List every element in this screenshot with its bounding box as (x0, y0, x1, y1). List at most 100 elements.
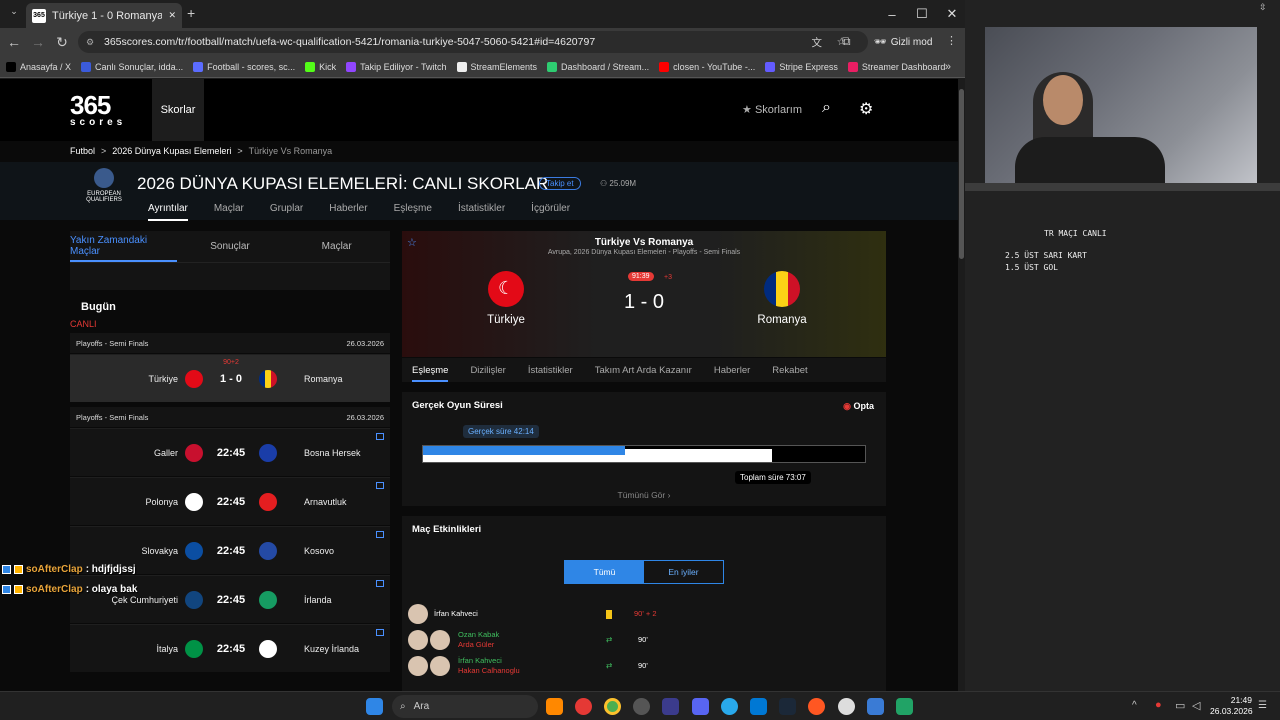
tab-details[interactable]: Ayrıntılar (148, 203, 188, 221)
page-scrollbar[interactable] (958, 79, 965, 691)
incognito-indicator[interactable]: 🕶 Gizli mod (874, 32, 936, 52)
bookmark-item[interactable]: Stripe Express (765, 61, 838, 72)
browser-menu-icon[interactable]: ⋮ (946, 34, 957, 47)
new-tab-button[interactable]: + (187, 5, 195, 21)
reload-icon[interactable]: ↻ (50, 34, 74, 51)
breadcrumb-football[interactable]: Futbol (70, 146, 95, 156)
obs-icon[interactable] (633, 698, 650, 715)
site-logo[interactable]: 365 scores (70, 92, 126, 128)
bookmark-item[interactable]: Streamer Dashboard (847, 61, 945, 72)
app-icon[interactable] (808, 698, 825, 715)
network-icon[interactable]: ▭ (1175, 699, 1185, 712)
tab-groups[interactable]: Gruplar (270, 203, 303, 221)
my-scores-link[interactable]: ★ Skorlarım (742, 103, 802, 116)
search-icon[interactable]: ⌕ (822, 99, 831, 117)
maximize-icon[interactable]: ☐ (906, 0, 938, 28)
match-row-live[interactable]: 90+2 Türkiye 1 - 0 Romanya (70, 354, 390, 402)
app-m-icon[interactable] (662, 698, 679, 715)
bookmark-item[interactable]: Anasayfa / X (6, 61, 72, 72)
breadcrumb-competition[interactable]: 2026 Dünya Kupası Elemeleri (112, 146, 231, 156)
scrollbar-thumb[interactable] (959, 89, 964, 259)
match-row[interactable]: Galler 22:45 Bosna Hersek (70, 428, 390, 476)
browser-tab-active[interactable]: 365 Türkiye 1 - 0 Romanya: Maç rap ✕ (26, 3, 182, 28)
back-arrow-icon[interactable]: ← (2, 34, 26, 50)
home-team-name[interactable]: Türkiye (451, 314, 561, 326)
home-team: Galler (153, 447, 178, 458)
bookmark-item[interactable]: closen - YouTube -... (659, 61, 755, 72)
telegram-icon[interactable] (721, 698, 738, 715)
forward-arrow-icon[interactable]: → (26, 34, 50, 50)
match-row[interactable]: Polonya 22:45 Arnavutluk (70, 477, 390, 525)
bookmark-item[interactable]: Canlı Sonuçlar, idda... (81, 61, 183, 72)
nav-scores[interactable]: Skorlar (152, 79, 204, 141)
tab-recent-matches[interactable]: Yakın Zamandaki Maçlar (70, 231, 177, 262)
mail-icon[interactable] (750, 698, 767, 715)
follow-button[interactable]: Takip et (539, 177, 581, 190)
minimize-icon[interactable]: – (876, 0, 908, 28)
system-clock[interactable]: 21:49 26.03.2026 (1210, 695, 1253, 717)
tv-broadcast-icon[interactable] (376, 531, 384, 538)
chrome-icon[interactable] (604, 698, 621, 715)
excel-icon[interactable] (896, 698, 913, 715)
bookmark-item[interactable]: Takip Ediliyor - Twitch (346, 61, 447, 72)
tab-match-news[interactable]: Haberler (714, 365, 750, 376)
volume-icon[interactable]: ◁ (1192, 699, 1200, 712)
tv-broadcast-icon[interactable] (376, 629, 384, 636)
steam-icon[interactable] (779, 698, 796, 715)
bookmark-item[interactable]: Football - scores, sc... (193, 61, 295, 72)
tv-broadcast-icon[interactable] (376, 433, 384, 440)
tray-chevron-icon[interactable]: ^ (1132, 700, 1137, 711)
tv-broadcast-icon[interactable] (376, 482, 384, 489)
address-bar[interactable]: ⚙ 365scores.com/tr/football/match/uefa-w… (78, 31, 868, 53)
event-row[interactable]: İrfan Kahveci 90' + 2 (408, 602, 878, 626)
tab-team-streaks[interactable]: Takım Art Arda Kazanır (595, 365, 692, 376)
event-row[interactable]: Ozan Kabak Arda Güler ⇄ 90' (408, 628, 878, 652)
tab-news[interactable]: Haberler (329, 203, 367, 221)
discord-icon[interactable] (692, 698, 709, 715)
microphone-icon[interactable]: ● (1155, 699, 1162, 711)
bookmark-item[interactable]: Kick (305, 61, 336, 72)
bookmark-item[interactable]: Dashboard / Stream... (547, 61, 649, 72)
settings-gear-icon[interactable]: ⚙ (859, 99, 873, 119)
match-row[interactable]: İtalya 22:45 Kuzey İrlanda (70, 624, 390, 672)
away-team-name[interactable]: Romanya (727, 314, 837, 326)
event-row[interactable]: İrfan Kahveci Hakan Calhanoglu ⇄ 90' (408, 654, 878, 678)
app-icon[interactable] (838, 698, 855, 715)
bookmark-label: Anasayfa / X (20, 61, 72, 72)
filter-highlights[interactable]: En iyiler (644, 561, 723, 583)
tab-matchup[interactable]: Eşleşme (412, 365, 449, 382)
tab-lineups[interactable]: Dizilişler (470, 365, 505, 376)
taskbar-search[interactable]: ⌕ Ara (392, 695, 538, 718)
close-window-icon[interactable]: ✕ (936, 0, 968, 28)
tab-list-chevron-icon[interactable]: ⌄ (6, 6, 22, 22)
app-icon[interactable] (867, 698, 884, 715)
notifications-icon[interactable]: ☰ (1258, 700, 1267, 711)
tab-close-icon[interactable]: ✕ (168, 10, 176, 21)
match-row[interactable]: Çek Cumhuriyeti 22:45 İrlanda (70, 575, 390, 623)
tab-insights[interactable]: İçgörüler (531, 203, 570, 221)
panel-resize-icon[interactable]: ⇳ (1259, 2, 1267, 13)
tab-statistics[interactable]: İstatistikler (458, 203, 505, 221)
tab-match-stats[interactable]: İstatistikler (528, 365, 573, 376)
tab-results[interactable]: Sonuçlar (177, 231, 284, 262)
bookmark-item[interactable]: StreamElements (456, 61, 538, 72)
site-info-icon[interactable]: ⚙ (86, 37, 94, 48)
extensions-icon[interactable]: ⧉ (842, 34, 851, 49)
see-all-link[interactable]: Tümünü Gör › (402, 490, 886, 500)
tab-matches[interactable]: Maçlar (214, 203, 244, 221)
browser-tab-bar: ⌄ 365 Türkiye 1 - 0 Romanya: Maç rap ✕ +… (0, 0, 965, 28)
translate-icon[interactable]: 文 (812, 35, 823, 50)
tv-broadcast-icon[interactable] (376, 580, 384, 587)
bookmark-label: StreamElements (470, 61, 538, 72)
tab-fixtures[interactable]: Maçlar (283, 231, 390, 262)
bookmark-favicon-icon (305, 61, 316, 72)
more-bookmarks-icon[interactable]: » (945, 61, 951, 73)
media-player-icon[interactable] (575, 698, 592, 715)
filter-all[interactable]: Tümü (565, 561, 644, 583)
vlc-icon[interactable] (546, 698, 563, 715)
tab-head-to-head[interactable]: Rekabet (772, 365, 807, 376)
chat-username: soAfterClap (26, 564, 83, 575)
away-team: Bosna Hersek (304, 447, 361, 458)
tab-bracket[interactable]: Eşleşme (394, 203, 432, 221)
windows-start-icon[interactable] (366, 698, 383, 715)
